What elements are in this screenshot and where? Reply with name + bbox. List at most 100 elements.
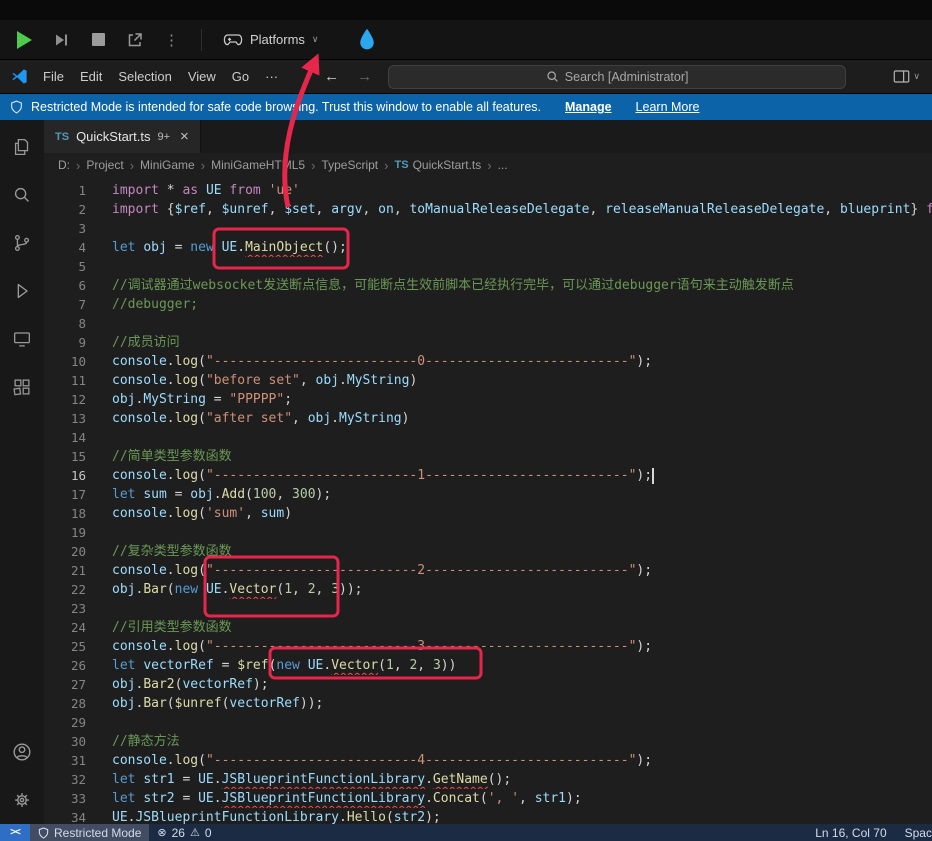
skip-frame-button[interactable] — [49, 27, 73, 53]
tab-quickstart[interactable]: TS QuickStart.ts 9+ × — [44, 120, 201, 153]
code-line-14[interactable]: 14 — [44, 428, 932, 447]
menu-selection[interactable]: Selection — [110, 60, 179, 94]
platforms-dropdown[interactable]: Platforms ∨ — [219, 32, 323, 47]
code-line-5[interactable]: 5 — [44, 257, 932, 276]
breadcrumb-item[interactable]: ... — [498, 158, 508, 172]
layout-toggle-button[interactable]: ∨ — [893, 69, 924, 84]
code-line-16[interactable]: 16console.log("-------------------------… — [44, 466, 932, 485]
menu-more[interactable]: ··· — [257, 60, 286, 94]
launch-button[interactable] — [123, 27, 147, 53]
remote-explorer-icon[interactable] — [0, 315, 44, 363]
code-line-29[interactable]: 29 — [44, 713, 932, 732]
code-line-4[interactable]: 4let obj = new UE.MainObject(); — [44, 238, 932, 257]
stop-icon — [92, 33, 105, 46]
learn-more-link[interactable]: Learn More — [636, 100, 700, 114]
remote-indicator[interactable]: >< — [0, 824, 30, 841]
search-icon[interactable] — [0, 171, 44, 219]
code-line-3[interactable]: 3 — [44, 219, 932, 238]
code-line-6[interactable]: 6//调试器通过websocket发送断点信息，可能断点生效前脚本已经执行完毕，… — [44, 276, 932, 295]
menu-edit[interactable]: Edit — [72, 60, 110, 94]
line-content: console.log("before set", obj.MyString) — [112, 371, 417, 390]
line-content: import * as UE from 'ue' — [112, 181, 300, 200]
line-number: 14 — [44, 428, 112, 447]
line-number: 16 — [44, 466, 112, 485]
code-line-1[interactable]: 1import * as UE from 'ue' — [44, 181, 932, 200]
code-line-2[interactable]: 2import {$ref, $unref, $set, argv, on, t… — [44, 200, 932, 219]
code-line-33[interactable]: 33let str2 = UE.JSBlueprintFunctionLibra… — [44, 789, 932, 808]
breadcrumb-item[interactable]: MiniGame — [140, 158, 195, 172]
back-arrow-icon[interactable]: ← — [324, 68, 339, 85]
explorer-icon[interactable] — [0, 123, 44, 171]
indentation-status[interactable]: Spaces: 4 — [905, 826, 932, 840]
forward-arrow-icon[interactable]: → — [357, 68, 372, 85]
code-line-15[interactable]: 15//简单类型参数函数 — [44, 447, 932, 466]
line-content: let sum = obj.Add(100, 300); — [112, 485, 331, 504]
code-line-26[interactable]: 26let vectorRef = $ref(new UE.Vector(1, … — [44, 656, 932, 675]
code-line-9[interactable]: 9//成员访问 — [44, 333, 932, 352]
line-number: 1 — [44, 181, 112, 200]
stop-button[interactable] — [86, 27, 110, 53]
workbench: TS QuickStart.ts 9+ × D: › Project › MiniGam… — [0, 120, 932, 824]
tab-title: QuickStart.ts — [76, 129, 150, 144]
code-line-22[interactable]: 22obj.Bar(new UE.Vector(1, 2, 3)); — [44, 580, 932, 599]
extensions-icon[interactable] — [0, 363, 44, 411]
code-line-20[interactable]: 20//复杂类型参数函数 — [44, 542, 932, 561]
code-line-10[interactable]: 10console.log("-------------------------… — [44, 352, 932, 371]
code-line-28[interactable]: 28obj.Bar($unref(vectorRef)); — [44, 694, 932, 713]
source-control-icon[interactable] — [0, 219, 44, 267]
code-area[interactable]: 1import * as UE from 'ue'2import {$ref, … — [44, 177, 932, 824]
code-line-11[interactable]: 11console.log("before set", obj.MyString… — [44, 371, 932, 390]
close-icon[interactable]: × — [180, 128, 189, 145]
activity-bar — [0, 120, 44, 824]
code-line-30[interactable]: 30//静态方法 — [44, 732, 932, 751]
play-button[interactable] — [12, 27, 36, 53]
run-debug-icon[interactable] — [0, 267, 44, 315]
play-options-button[interactable]: ⋮ — [160, 27, 184, 53]
problems-status[interactable]: ⊗ 26 ⚠ 0 — [149, 824, 219, 841]
breadcrumb-item[interactable]: D: — [58, 158, 70, 172]
code-line-12[interactable]: 12obj.MyString = "PPPPP"; — [44, 390, 932, 409]
code-line-34[interactable]: 34UE.JSBlueprintFunctionLibrary.Hello(st… — [44, 808, 932, 824]
line-number: 24 — [44, 618, 112, 637]
code-line-21[interactable]: 21console.log("-------------------------… — [44, 561, 932, 580]
command-center-search[interactable]: Search [Administrator] — [388, 65, 846, 89]
restricted-mode-label: Restricted Mode — [54, 826, 141, 840]
code-line-8[interactable]: 8 — [44, 314, 932, 333]
breadcrumb-item[interactable]: Project — [86, 158, 123, 172]
menu-file[interactable]: File — [35, 60, 72, 94]
restricted-mode-status[interactable]: Restricted Mode — [30, 824, 149, 841]
code-line-25[interactable]: 25console.log("-------------------------… — [44, 637, 932, 656]
code-line-32[interactable]: 32let str1 = UE.JSBlueprintFunctionLibra… — [44, 770, 932, 789]
code-line-13[interactable]: 13console.log("after set", obj.MyString) — [44, 409, 932, 428]
settings-gear-icon[interactable] — [0, 776, 44, 824]
code-line-27[interactable]: 27obj.Bar2(vectorRef); — [44, 675, 932, 694]
line-content: console.log("--------------------------2… — [112, 561, 652, 580]
code-line-23[interactable]: 23 — [44, 599, 932, 618]
cursor-position-status[interactable]: Ln 16, Col 70 — [815, 826, 886, 840]
line-number: 33 — [44, 789, 112, 808]
code-line-17[interactable]: 17let sum = obj.Add(100, 300); — [44, 485, 932, 504]
breadcrumb-item[interactable]: TypeScript — [321, 158, 378, 172]
puerts-plugin-button[interactable] — [358, 27, 376, 52]
menu-view[interactable]: View — [180, 60, 224, 94]
manage-link[interactable]: Manage — [565, 100, 612, 114]
code-line-7[interactable]: 7//debugger; — [44, 295, 932, 314]
line-number: 13 — [44, 409, 112, 428]
status-bar: >< Restricted Mode ⊗ 26 ⚠ 0 Ln 16, Col 7… — [0, 824, 932, 841]
tab-badge: 9+ — [157, 131, 170, 143]
breadcrumb-separator: › — [384, 158, 388, 173]
menu-go[interactable]: Go — [224, 60, 257, 94]
code-line-19[interactable]: 19 — [44, 523, 932, 542]
code-line-24[interactable]: 24//引用类型参数函数 — [44, 618, 932, 637]
code-line-31[interactable]: 31console.log("-------------------------… — [44, 751, 932, 770]
code-line-18[interactable]: 18console.log('sum', sum) — [44, 504, 932, 523]
toolbar-divider — [201, 29, 202, 51]
breadcrumb-item[interactable]: TSQuickStart.ts — [395, 158, 482, 172]
line-content: //成员访问 — [112, 333, 180, 352]
account-icon[interactable] — [0, 728, 44, 776]
line-content: let vectorRef = $ref(new UE.Vector(1, 2,… — [112, 656, 456, 675]
breadcrumb-item[interactable]: MiniGameHTML5 — [211, 158, 305, 172]
breadcrumb-separator: › — [201, 158, 205, 173]
file-type-icon: TS — [395, 159, 409, 171]
chevron-down-icon: ∨ — [312, 34, 319, 45]
